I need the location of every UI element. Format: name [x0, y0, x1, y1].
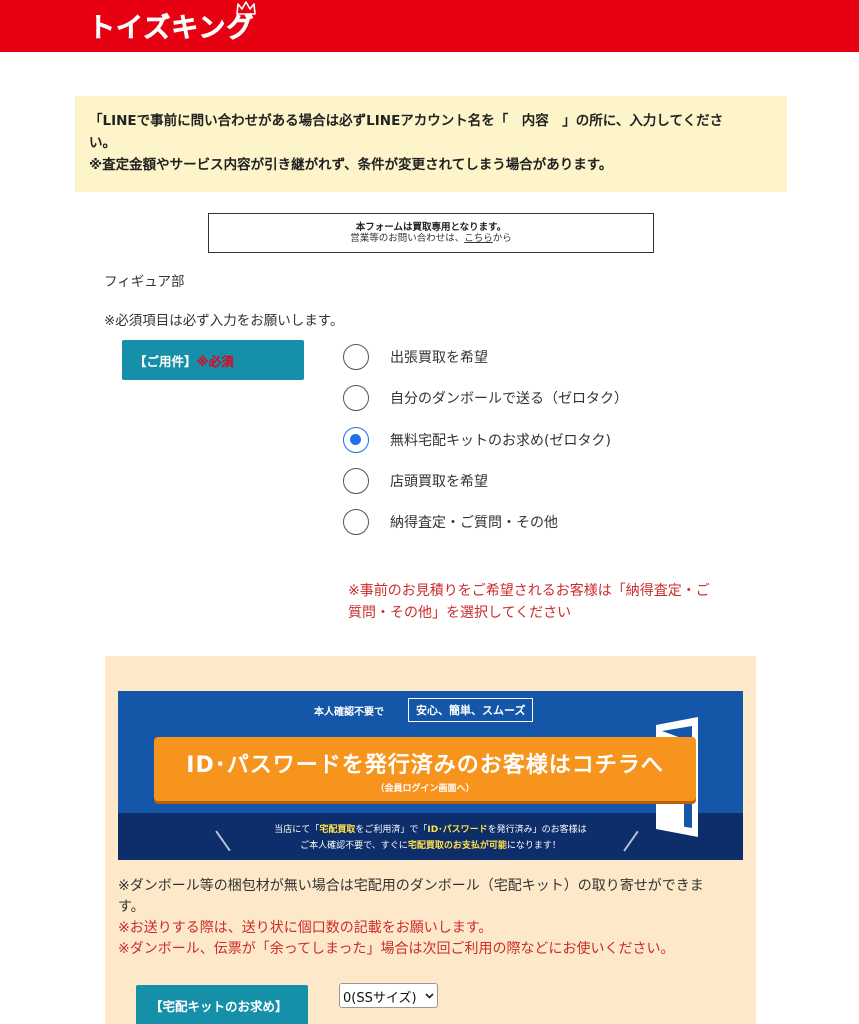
radio-button[interactable] [343, 344, 369, 370]
desc-highlight: ID･パスワード [427, 825, 488, 835]
radio-button[interactable] [343, 468, 369, 494]
desc-text: を発行済み」のお客様は [487, 825, 587, 835]
desc-text: ご本人確認不要で、すぐに [300, 841, 408, 851]
line-notice: 「LINEで事前に問い合わせがある場合は必ずLINEアカウント名を「 内容 」の… [75, 96, 787, 192]
form-only-sub-suffix: から [492, 233, 512, 244]
estimate-note-line: 質問・その他」を選択してください [348, 605, 572, 621]
form-only-title: 本フォームは買取専用となります。 [355, 222, 507, 233]
login-cta-button[interactable]: ID･パスワードを発行済みのお客様はコチラへ （会員ログイン画面へ） [154, 737, 696, 801]
required-note: ※必須項目は必ず入力をお願いします。 [104, 313, 344, 329]
radio-button[interactable] [343, 385, 369, 411]
notice-line: 「LINEで事前に問い合わせがある場合は必ずLINEアカウント名を「 内容 」の… [89, 113, 724, 129]
notice-line: ※査定金額やサービス内容が引き継がれず、条件が変更されてしまう場合があります。 [89, 157, 613, 173]
banner-tag: 安心、簡単、スムーズ [408, 698, 534, 722]
estimate-note: ※事前のお見積りをご希望されるお客様は「納得査定・ご 質問・その他」を選択してく… [348, 580, 748, 624]
kit-size-value: 0(SSサイズ) [343, 991, 417, 1006]
member-login-banner[interactable]: 本人確認不要で 安心、簡単、スムーズ ID･パスワードを発行済みのお客様はコチラ… [118, 691, 743, 860]
radio-button-checked[interactable] [343, 427, 369, 453]
chevron-down-icon [425, 993, 434, 999]
banner-top-text: 本人確認不要で [314, 707, 384, 718]
radio-option-dispatch[interactable]: 出張買取を希望 [343, 343, 488, 371]
kit-note-line: ※ダンボール等の梱包材が無い場合は宅配用のダンボール（宅配キット）の取り寄せがで… [118, 878, 704, 894]
desc-highlight: 宅配買取 [319, 825, 356, 835]
desc-highlight: 宅配買取のお支払が可能 [407, 841, 507, 851]
desc-text: になります！ [506, 841, 561, 851]
site-header: トイズキング [0, 0, 859, 52]
form-only-notice: 本フォームは買取専用となります。 営業等のお問い合わせは、こちらから [208, 213, 654, 253]
department-label: フィギュア部 [104, 274, 185, 290]
radio-button[interactable] [343, 509, 369, 535]
cta-main-text: ID･パスワードを発行済みのお客様はコチラへ [186, 753, 664, 778]
radio-label[interactable]: 出張買取を希望 [390, 347, 488, 367]
estimate-note-line: ※事前のお見積りをご希望されるお客様は「納得査定・ご [348, 583, 710, 599]
kit-request-label: 【宅配キットのお求め】 [136, 985, 308, 1024]
kit-note-line: ※ダンボール、伝票が「余ってしまった」場合は次回ご利用の際などにお使いください。 [118, 941, 675, 957]
radio-label[interactable]: 店頭買取を希望 [390, 471, 488, 491]
crown-icon [236, 1, 256, 15]
radio-label[interactable]: 納得査定・ご質問・その他 [390, 512, 558, 532]
kit-note-line: ※お送りする際は、送り状に個口数の記載をお願いします。 [118, 920, 493, 936]
required-mark: ※必須 [196, 354, 234, 369]
desc-text: 当店にて「 [274, 825, 320, 835]
cta-sub-text: （会員ログイン画面へ） [375, 784, 475, 794]
kit-note-line: す。 [118, 899, 145, 915]
radio-label[interactable]: 自分のダンボールで送る（ゼロタク） [390, 388, 628, 408]
radio-option-own-box[interactable]: 自分のダンボールで送る（ゼロタク） [343, 384, 628, 412]
radio-option-free-kit[interactable]: 無料宅配キットのお求め(ゼロタク) [343, 426, 611, 454]
form-only-sub: 営業等のお問い合わせは、こちらから [209, 233, 653, 245]
notice-line: い。 [89, 135, 116, 151]
contact-link[interactable]: こちら [464, 233, 493, 244]
purpose-label: 【ご用件】※必須 [122, 340, 304, 380]
banner-desc: ご本人確認不要で、すぐに宅配買取のお支払が可能になります！ [118, 838, 743, 851]
purpose-label-text: 【ご用件】 [134, 354, 197, 369]
banner-desc: 当店にて「宅配買取をご利用済」で「ID･パスワードを発行済み」のお客様は [118, 822, 743, 835]
kit-notes: ※ダンボール等の梱包材が無い場合は宅配用のダンボール（宅配キット）の取り寄せがで… [118, 876, 730, 960]
kit-size-select[interactable]: 0(SSサイズ) [339, 983, 438, 1008]
radio-label[interactable]: 無料宅配キットのお求め(ゼロタク) [390, 430, 611, 450]
desc-text: をご利用済」で「 [355, 825, 428, 835]
radio-option-in-store[interactable]: 店頭買取を希望 [343, 467, 488, 495]
banner-footer-band [118, 813, 743, 860]
form-only-sub-prefix: 営業等のお問い合わせは、 [350, 233, 465, 244]
radio-option-other[interactable]: 納得査定・ご質問・その他 [343, 508, 558, 536]
site-logo[interactable]: トイズキング [88, 6, 254, 45]
